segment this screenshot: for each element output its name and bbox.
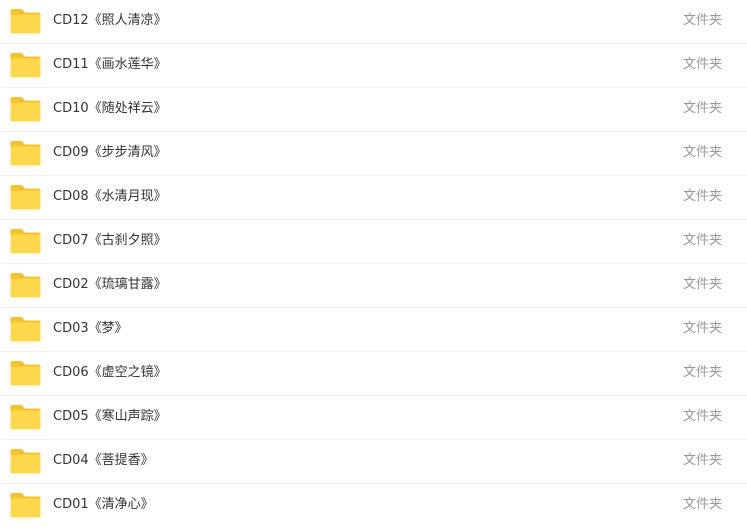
- file-type-label: 文件夹: [682, 409, 722, 424]
- list-item[interactable]: CD08《水清月现》 文件夹: [0, 176, 747, 220]
- list-item[interactable]: CD03《梦》 文件夹: [0, 308, 747, 352]
- list-item[interactable]: CD07《古刹夕照》 文件夹: [0, 220, 747, 264]
- folder-name[interactable]: CD03《梦》: [53, 308, 128, 350]
- folder-icon: [9, 491, 42, 519]
- folder-name[interactable]: CD02《琉璃甘露》: [53, 264, 167, 306]
- file-type-label: 文件夹: [682, 233, 722, 248]
- file-type-label: 文件夹: [682, 497, 722, 512]
- file-type-label: 文件夹: [682, 365, 722, 380]
- folder-icon: [9, 95, 42, 123]
- file-type-label: 文件夹: [682, 277, 722, 292]
- folder-name[interactable]: CD06《虚空之镜》: [53, 352, 167, 394]
- file-type-label: 文件夹: [682, 101, 722, 116]
- folder-icon: [9, 315, 42, 343]
- folder-icon: [9, 227, 42, 255]
- list-item[interactable]: CD01《清净心》 文件夹: [0, 484, 747, 528]
- folder-name[interactable]: CD07《古刹夕照》: [53, 220, 167, 262]
- folder-name[interactable]: CD10《随处祥云》: [53, 88, 167, 130]
- folder-icon: [9, 183, 42, 211]
- folder-icon: [9, 7, 42, 35]
- list-item[interactable]: CD11《画水莲华》 文件夹: [0, 44, 747, 88]
- folder-name[interactable]: CD11《画水莲华》: [53, 44, 167, 86]
- folder-icon: [9, 271, 42, 299]
- list-item[interactable]: CD04《菩提香》 文件夹: [0, 440, 747, 484]
- list-item[interactable]: CD02《琉璃甘露》 文件夹: [0, 264, 747, 308]
- folder-icon: [9, 403, 42, 431]
- list-item[interactable]: CD12《照人清凉》 文件夹: [0, 0, 747, 44]
- folder-name[interactable]: CD04《菩提香》: [53, 440, 154, 482]
- folder-name[interactable]: CD08《水清月现》: [53, 176, 167, 218]
- folder-icon: [9, 359, 42, 387]
- list-item[interactable]: CD10《随处祥云》 文件夹: [0, 88, 747, 132]
- file-type-label: 文件夹: [682, 13, 722, 28]
- file-type-label: 文件夹: [682, 453, 722, 468]
- file-list: CD12《照人清凉》 文件夹 CD11《画水莲华》 文件夹 CD10《随处祥云》…: [0, 0, 747, 528]
- list-item[interactable]: CD06《虚空之镜》 文件夹: [0, 352, 747, 396]
- list-item[interactable]: CD09《步步清风》 文件夹: [0, 132, 747, 176]
- file-type-label: 文件夹: [682, 145, 722, 160]
- folder-name[interactable]: CD12《照人清凉》: [53, 0, 167, 42]
- folder-icon: [9, 139, 42, 167]
- folder-name[interactable]: CD01《清净心》: [53, 484, 154, 526]
- folder-icon: [9, 447, 42, 475]
- folder-name[interactable]: CD09《步步清风》: [53, 132, 167, 174]
- folder-icon: [9, 51, 42, 79]
- file-type-label: 文件夹: [682, 321, 722, 336]
- list-item[interactable]: CD05《寒山声踪》 文件夹: [0, 396, 747, 440]
- folder-name[interactable]: CD05《寒山声踪》: [53, 396, 167, 438]
- file-type-label: 文件夹: [682, 189, 722, 204]
- file-type-label: 文件夹: [682, 57, 722, 72]
